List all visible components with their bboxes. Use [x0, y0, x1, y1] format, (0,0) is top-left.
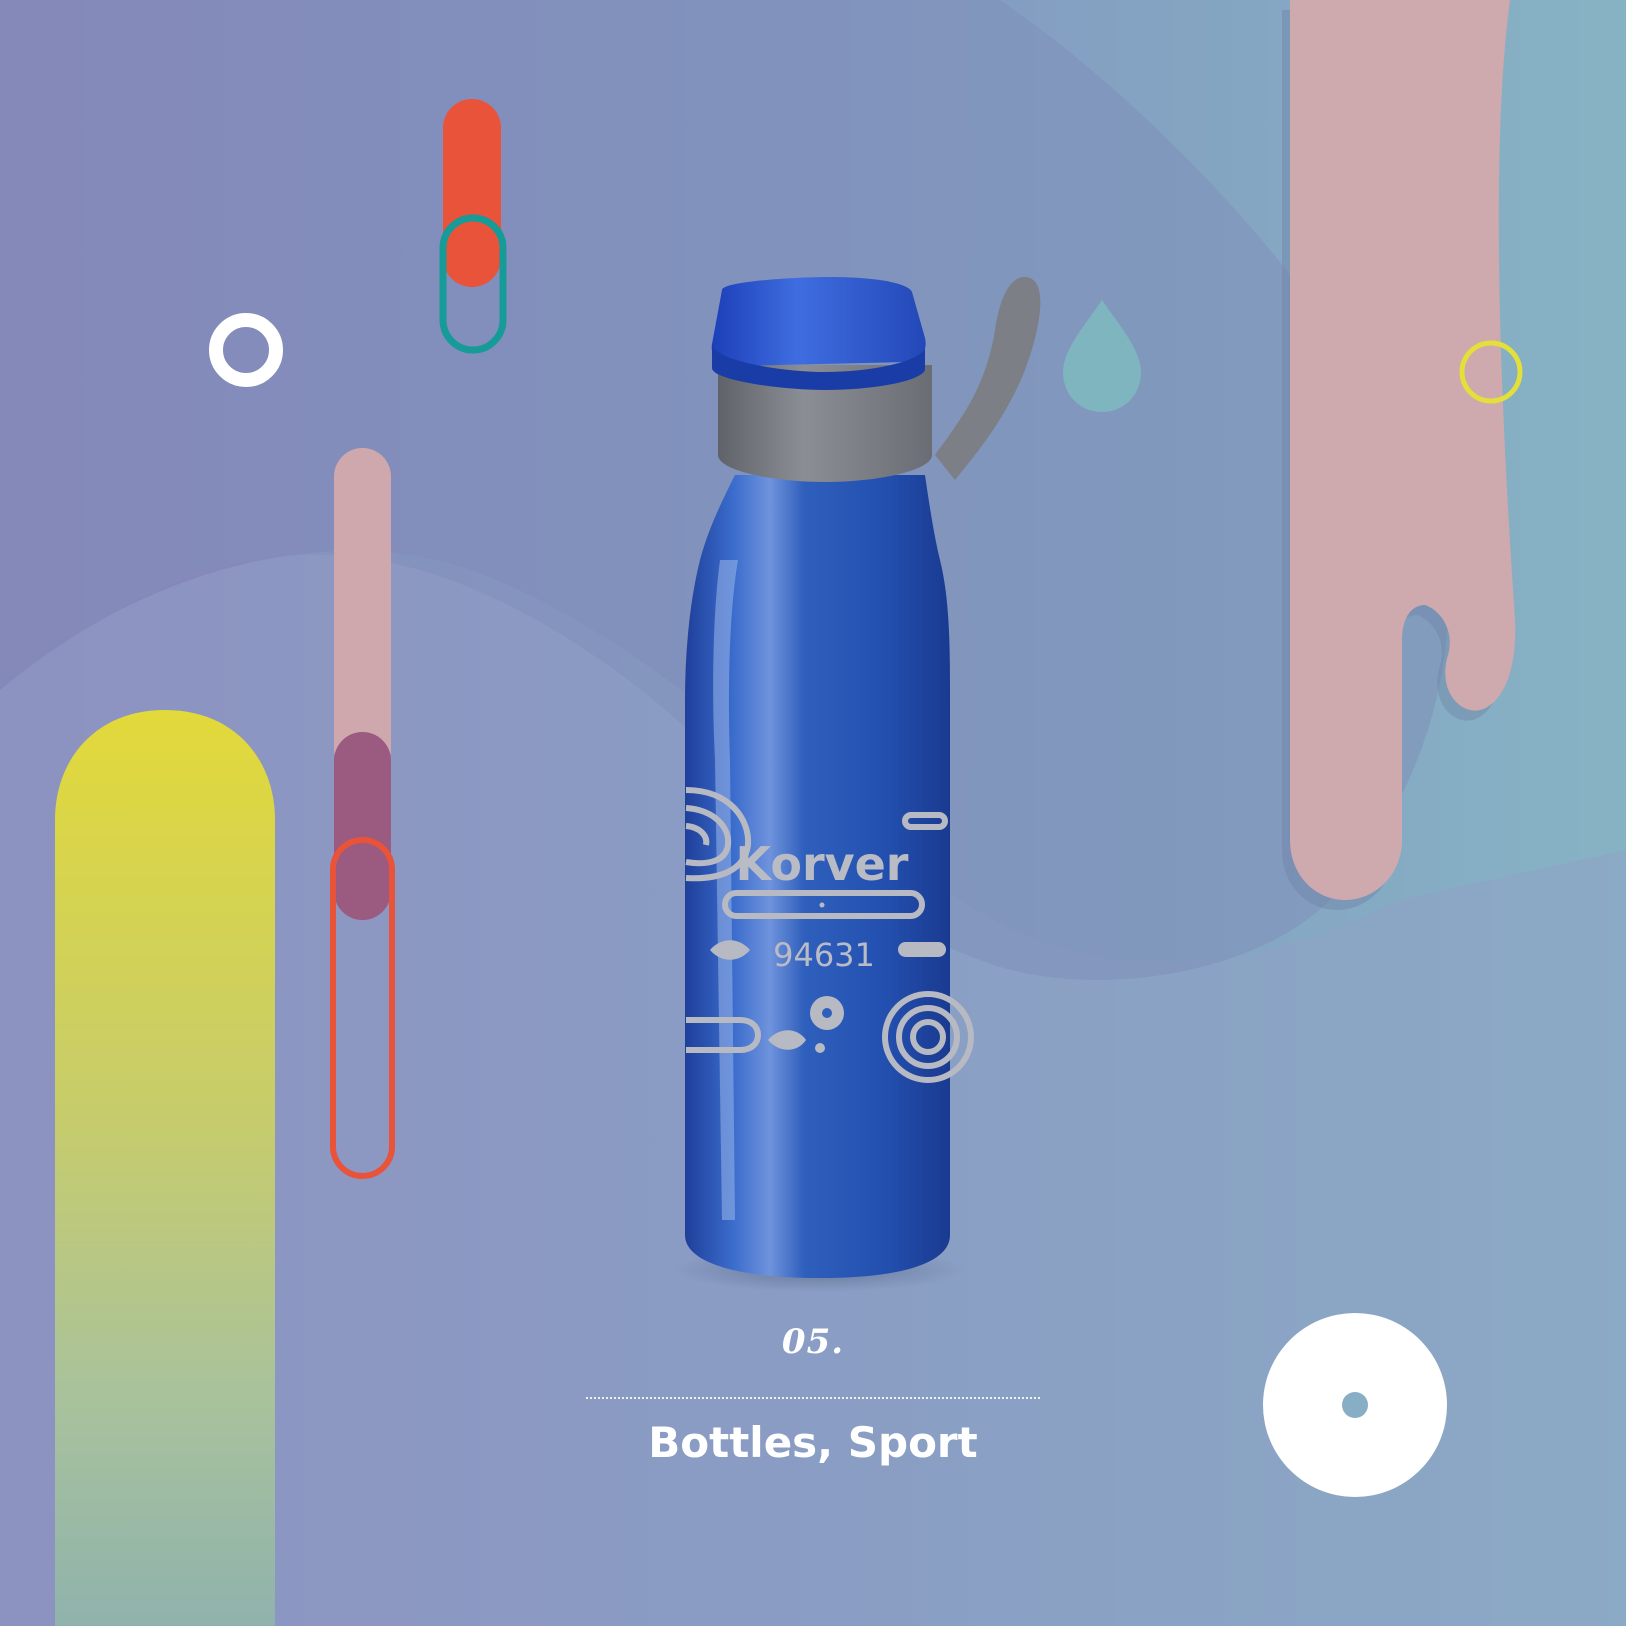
- bottle-code-text: 94631: [773, 936, 875, 974]
- yellow-pill-shape: [55, 710, 275, 1626]
- plum-pill: [334, 732, 391, 920]
- catalog-number: 05.: [781, 1322, 845, 1362]
- background-illustration: Korver 94631: [0, 0, 1626, 1626]
- caption-divider: [586, 1397, 1040, 1399]
- pink-pill: [334, 448, 391, 778]
- bottle-brand-text: Korver: [736, 837, 909, 891]
- catalog-page: Korver 94631 05. Bottles, Sport: [0, 0, 1626, 1626]
- category-title: Bottles, Sport: [648, 1418, 978, 1467]
- bottle-cap: [711, 277, 926, 366]
- white-disc-hole: [1342, 1392, 1368, 1418]
- engraving-dot-hole: [822, 1008, 832, 1018]
- orange-pill: [443, 99, 501, 287]
